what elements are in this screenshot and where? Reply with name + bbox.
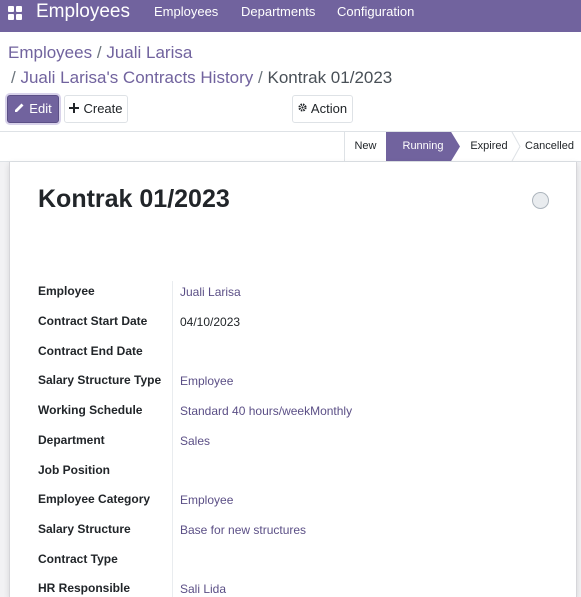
gear-icon bbox=[298, 103, 307, 115]
field-value-employee[interactable]: Juali Larisa bbox=[180, 284, 241, 300]
field-label-salary-structure: Salary Structure bbox=[38, 522, 131, 536]
stage-cancelled[interactable]: Cancelled bbox=[518, 132, 581, 161]
field-value-hr-responsible[interactable]: Sali Lida bbox=[180, 581, 226, 597]
app-title[interactable]: Employees bbox=[36, 0, 130, 24]
menu-departments[interactable]: Departments bbox=[241, 0, 315, 24]
field-label-contract-end: Contract End Date bbox=[38, 344, 143, 358]
action-button[interactable]: Action bbox=[292, 95, 353, 123]
plus-icon bbox=[69, 102, 80, 116]
breadcrumb-separator: / bbox=[96, 43, 102, 62]
field-label-employee-category: Employee Category bbox=[38, 492, 151, 506]
field-label-salary-structure-type: Salary Structure Type bbox=[38, 373, 162, 387]
edit-button-label: Edit bbox=[29, 101, 52, 116]
breadcrumb-current: Kontrak 01/2023 bbox=[267, 68, 393, 87]
breadcrumb-employees[interactable]: Employees bbox=[8, 43, 92, 62]
edit-button[interactable]: Edit bbox=[7, 95, 59, 123]
field-value-working-schedule[interactable]: Standard 40 hours/weekMonthly bbox=[180, 403, 352, 419]
stage-expired[interactable]: Expired bbox=[460, 132, 518, 161]
breadcrumb-employee-name[interactable]: Juali Larisa bbox=[106, 43, 192, 62]
field-label-hr-responsible: HR Responsible bbox=[38, 581, 131, 595]
field-label-job-position: Job Position bbox=[38, 463, 110, 477]
breadcrumb-contracts-history[interactable]: Juali Larisa's Contracts History bbox=[20, 68, 253, 87]
field-label-employee: Employee bbox=[38, 284, 95, 298]
field-value-contract-start[interactable]: 04/10/2023 bbox=[180, 314, 240, 330]
top-navbar: Employees Employees Departments Configur… bbox=[0, 0, 581, 32]
create-button[interactable]: Create bbox=[64, 95, 128, 123]
stage-new[interactable]: New bbox=[344, 132, 386, 161]
breadcrumb-separator: / bbox=[11, 68, 16, 87]
pencil-icon bbox=[14, 102, 25, 116]
create-button-label: Create bbox=[83, 101, 123, 116]
apps-grid-icon[interactable] bbox=[8, 6, 22, 20]
field-divider bbox=[172, 281, 173, 597]
breadcrumb: Employees / Juali Larisa bbox=[8, 42, 192, 64]
field-label-contract-start: Contract Start Date bbox=[38, 314, 148, 328]
field-label-working-schedule: Working Schedule bbox=[38, 403, 143, 417]
menu-configuration[interactable]: Configuration bbox=[337, 0, 414, 24]
field-value-department[interactable]: Sales bbox=[180, 433, 210, 449]
breadcrumb-continued: / Juali Larisa's Contracts History / Kon… bbox=[11, 67, 392, 89]
field-label-department: Department bbox=[38, 433, 105, 447]
field-value-salary-structure[interactable]: Base for new structures bbox=[180, 522, 306, 538]
field-label-contract-type: Contract Type bbox=[38, 552, 118, 566]
status-bar: New Running Expired Cancelled bbox=[0, 131, 581, 162]
field-value-salary-structure-type[interactable]: Employee bbox=[180, 373, 233, 389]
breadcrumb-separator: / bbox=[258, 68, 263, 87]
menu-employees[interactable]: Employees bbox=[154, 0, 218, 24]
record-title: Kontrak 01/2023 bbox=[38, 185, 230, 213]
stage-running[interactable]: Running bbox=[386, 132, 460, 161]
field-value-employee-category[interactable]: Employee bbox=[180, 492, 233, 508]
action-button-label: Action bbox=[310, 101, 348, 116]
kanban-state-toggle[interactable] bbox=[532, 192, 549, 209]
